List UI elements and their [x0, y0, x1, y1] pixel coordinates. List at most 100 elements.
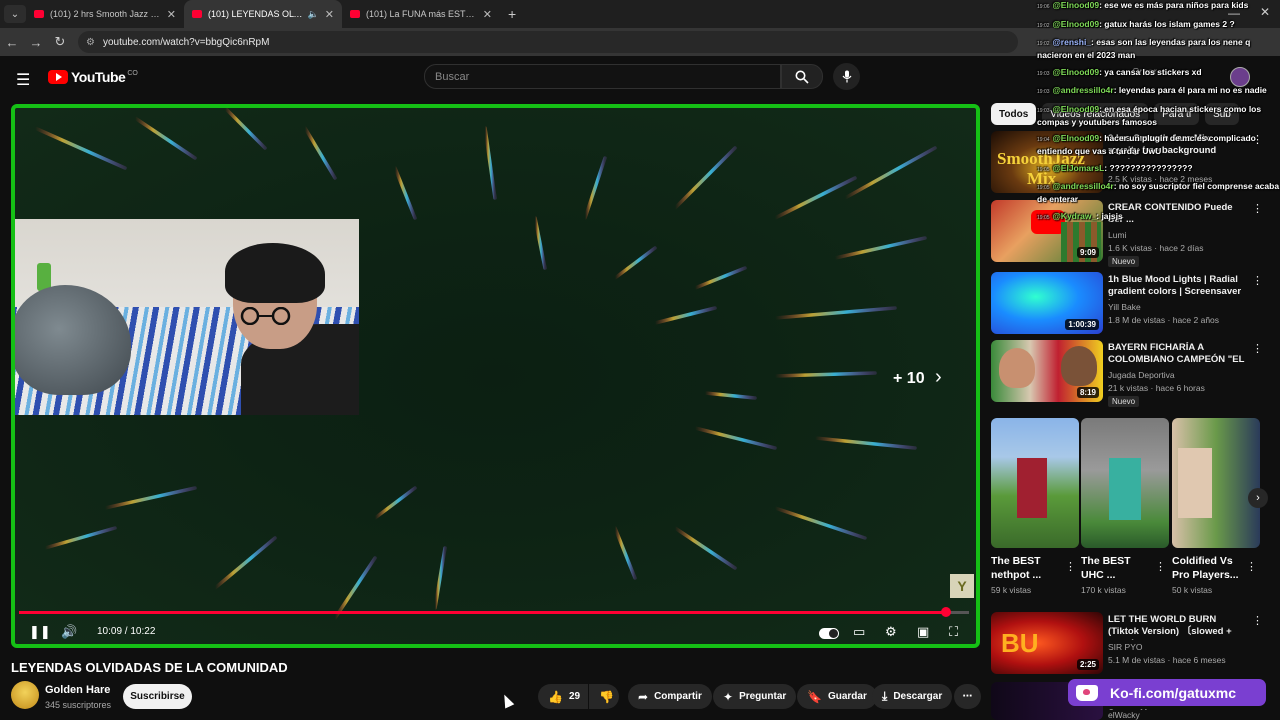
recommendation-4[interactable]: 8:19 BAYERN FICHARÍA A COLOMBIANO CAMPEÓ…: [991, 340, 1263, 407]
recommendation-5[interactable]: BU 2:25 LET THE WORLD BURN (Tiktok Versi…: [991, 612, 1263, 676]
minecraft-character: [1178, 448, 1212, 518]
like-count: 29: [568, 691, 581, 702]
search-input[interactable]: Buscar: [424, 64, 781, 89]
chat-user: @Elnood09: [1052, 0, 1100, 10]
more-vertical-icon[interactable]: ⋮: [1246, 560, 1257, 573]
voice-search-button[interactable]: [833, 63, 860, 90]
chat-user: @Elnood09: [1052, 66, 1100, 77]
recommendation-3[interactable]: 1:00:39 1h Blue Mood Lights | Radial gra…: [991, 272, 1263, 336]
search-button[interactable]: [781, 64, 823, 89]
short-thumbnail[interactable]: [1172, 418, 1260, 548]
more-vertical-icon[interactable]: ⋮: [1252, 614, 1263, 627]
menu-icon[interactable]: ☰: [16, 70, 30, 90]
short-1[interactable]: The BEST nethpot ... 59 k vistas ⋮: [991, 418, 1079, 595]
rec-thumbnail[interactable]: BU 2:25: [991, 612, 1103, 674]
rec-channel[interactable]: Jugada Deportiva: [1108, 370, 1175, 380]
more-vertical-icon[interactable]: ⋮: [1065, 560, 1076, 573]
youtube-favicon-icon: [34, 10, 44, 18]
video-player[interactable]: + 10 › Y ❚❚ 🔊 10:09 / 10:22 ▭ ⚙ ▣ ⛶: [11, 104, 980, 648]
share-button[interactable]: ➦ Compartir: [628, 684, 712, 709]
youtube-wordmark: YouTube: [71, 69, 126, 85]
more-vertical-icon[interactable]: ⋮: [1252, 342, 1263, 355]
youtube-play-logo-icon: [48, 70, 68, 84]
speaker-icon[interactable]: 🔈: [308, 9, 319, 20]
url-field[interactable]: ⚙ youtube.com/watch?v=bbgQic6nRpM: [78, 31, 1018, 53]
short-title[interactable]: The BEST nethpot ...: [991, 554, 1061, 582]
save-label: Guardar: [827, 691, 867, 702]
like-button[interactable]: 👍 29: [538, 684, 588, 709]
chat-time: 19:03: [1037, 89, 1050, 95]
download-button[interactable]: ⤓ Descargar: [872, 684, 953, 709]
back-arrow-icon[interactable]: ←: [0, 35, 24, 50]
share-arrow-icon: ➦: [638, 689, 649, 704]
chat-message: 19:05 @andressillo4r: no soy suscriptor f…: [1037, 181, 1280, 205]
chat-time: 19:02: [1037, 22, 1050, 29]
thumbs-up-icon: 👍: [548, 689, 563, 704]
tab-title: (101) La FUNA más ESTÚPIDA c: [366, 9, 477, 19]
browser-tab-1[interactable]: (101) 2 hrs Smooth Jazz Mix - r ✕: [26, 0, 184, 28]
rec-thumbnail[interactable]: 8:19: [991, 340, 1103, 402]
dislike-button[interactable]: 👎: [589, 684, 619, 709]
duration-badge: 1:00:39: [1065, 319, 1099, 330]
short-thumbnail[interactable]: [991, 418, 1079, 548]
chip-all[interactable]: Todos: [991, 103, 1037, 125]
rec-title[interactable]: LET THE WORLD BURN (Tiktok Version) 〔slo…: [1108, 614, 1246, 640]
microphone-icon: [842, 70, 851, 83]
chat-text: : ya cansa los stickers xd: [1099, 66, 1202, 77]
glasses-icon: [240, 307, 291, 325]
rec-channel[interactable]: Lumi: [1108, 230, 1126, 240]
channel-watermark[interactable]: Y: [950, 574, 974, 598]
short-title[interactable]: The BEST UHC ...: [1081, 554, 1151, 582]
short-title[interactable]: Coldified Vs Pro Players...: [1172, 554, 1242, 582]
chat-time: 19:05: [1037, 214, 1050, 221]
browser-tab-3[interactable]: (101) La FUNA más ESTÚPIDA c ✕: [342, 0, 500, 28]
chat-text: : ????????????????: [1104, 162, 1193, 173]
short-2[interactable]: The BEST UHC ... 170 k vistas ⋮: [1081, 418, 1169, 595]
more-vertical-icon[interactable]: ⋮: [1155, 560, 1166, 573]
short-3[interactable]: Coldified Vs Pro Players... 50 k vistas …: [1172, 418, 1260, 595]
rec-channel[interactable]: Yill Bake: [1108, 302, 1141, 312]
video-title: LEYENDAS OLVIDADAS DE LA COMUNIDAD: [11, 660, 288, 675]
browser-tab-2-active[interactable]: (101) LEYENDAS OLVIDADA 🔈 ✕: [184, 0, 342, 28]
channel-name[interactable]: Golden Hare: [45, 684, 110, 696]
new-tab-button[interactable]: +: [508, 6, 516, 22]
subtitles-icon[interactable]: ▭: [853, 624, 865, 640]
close-tab-icon[interactable]: ✕: [325, 8, 334, 21]
youtube-logo[interactable]: YouTube CO: [48, 69, 138, 85]
duration-badge: 9:09: [1076, 247, 1099, 258]
subscriber-count: 345 suscriptores: [45, 700, 112, 710]
tab-title: (101) LEYENDAS OLVIDADA: [208, 9, 304, 19]
close-tab-icon[interactable]: ✕: [483, 8, 492, 21]
rec-title[interactable]: 1h Blue Mood Lights | Radial gradient co…: [1108, 274, 1246, 300]
reload-icon[interactable]: ↻: [48, 34, 72, 50]
next-videos-count[interactable]: + 10: [893, 370, 925, 388]
chat-user: @ElJomarsL: [1052, 162, 1105, 173]
rec-channel[interactable]: elWacky: [1108, 710, 1140, 720]
rec-title[interactable]: BAYERN FICHARÍA A COLOMBIANO CAMPEÓN "EL…: [1108, 342, 1246, 368]
more-actions-button[interactable]: ⋯: [954, 684, 981, 709]
progress-bar[interactable]: [19, 607, 969, 617]
ask-button[interactable]: ✦ Preguntar: [713, 684, 797, 709]
settings-gear-icon[interactable]: ⚙: [885, 624, 897, 640]
volume-icon[interactable]: 🔊: [61, 624, 77, 640]
chevron-right-icon[interactable]: ›: [935, 366, 942, 389]
more-vertical-icon[interactable]: ⋮: [1252, 274, 1263, 287]
pause-icon[interactable]: ❚❚: [29, 624, 51, 640]
channel-avatar[interactable]: [11, 681, 39, 709]
shorts-next-button[interactable]: ›: [1248, 488, 1268, 508]
tab-search-chevron-icon[interactable]: ⌄: [4, 5, 26, 23]
fullscreen-icon[interactable]: ⛶: [949, 624, 958, 640]
subscribe-button[interactable]: Suscribirse: [123, 684, 192, 709]
close-tab-icon[interactable]: ✕: [167, 8, 176, 21]
short-thumbnail[interactable]: [1081, 418, 1169, 548]
download-label: Descargar: [893, 691, 943, 702]
rec-thumbnail[interactable]: 1:00:39: [991, 272, 1103, 334]
chat-time: 19:06: [1037, 4, 1050, 10]
save-button[interactable]: 🔖 Guardar: [797, 684, 877, 709]
site-info-icon[interactable]: ⚙: [86, 37, 95, 48]
theater-mode-icon[interactable]: ▣: [917, 624, 929, 640]
chat-text: : ese we es más para niños para kids: [1099, 0, 1249, 10]
autoplay-toggle[interactable]: [819, 628, 839, 639]
rec-channel[interactable]: SIR PYO: [1108, 642, 1142, 652]
forward-arrow-icon[interactable]: →: [24, 35, 48, 50]
